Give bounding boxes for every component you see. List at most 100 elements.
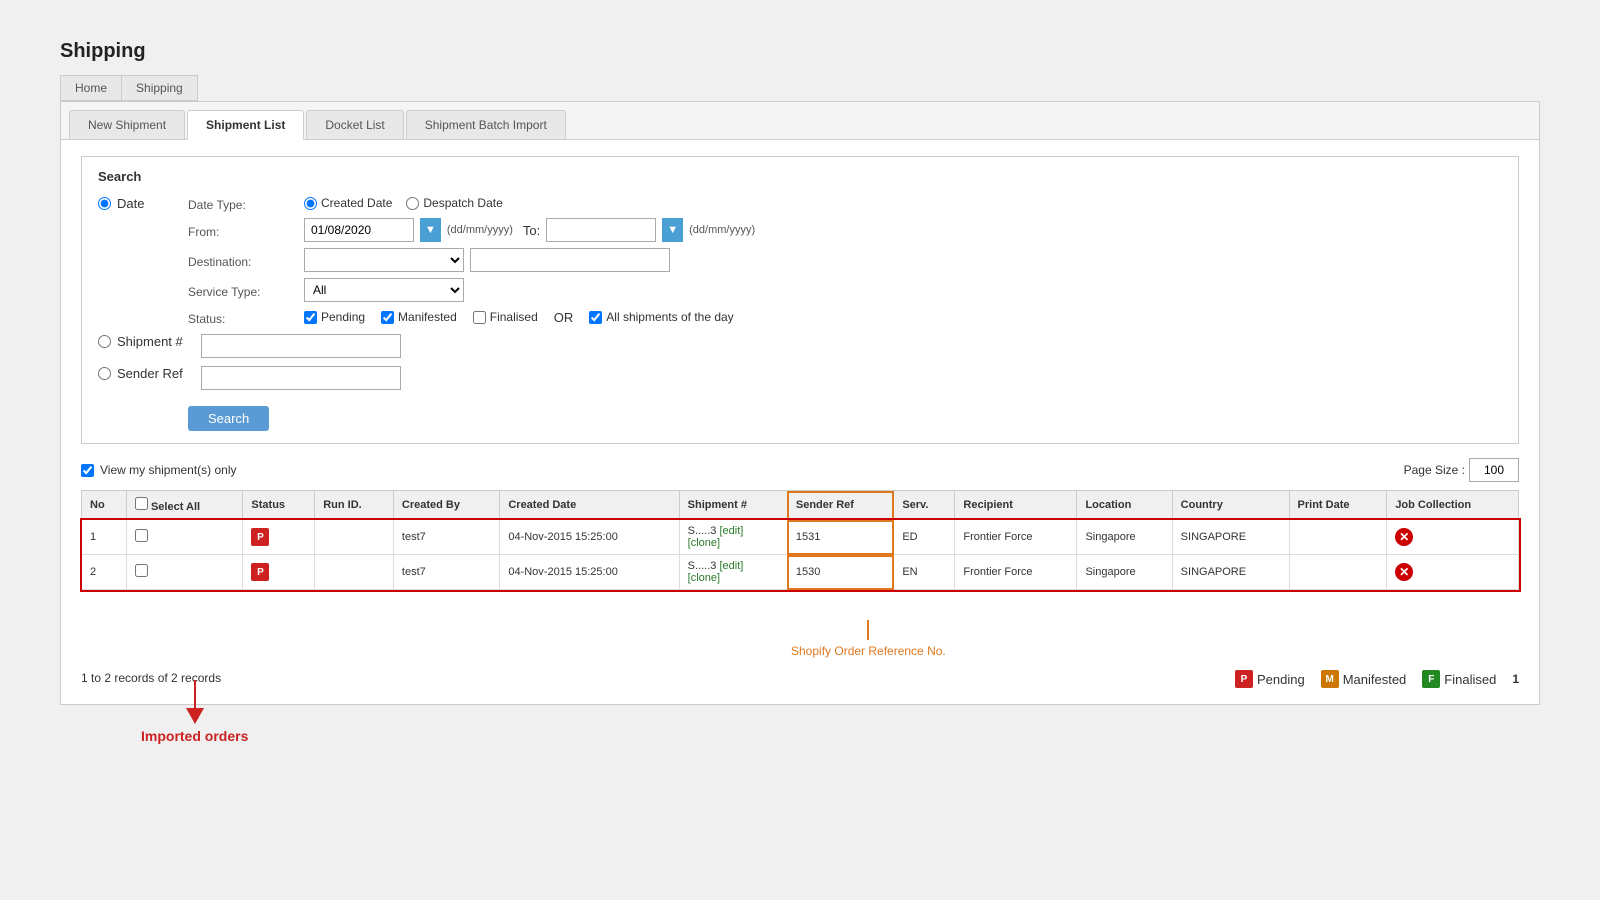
col-country: Country [1172,491,1289,520]
edit-link-2[interactable]: [edit] [719,560,743,572]
date-from-to-row: From: ▼ (dd/mm/yyyy) To: ▼ (dd/mm/yyyy) [188,218,755,242]
row-checkbox-1[interactable] [135,529,148,542]
shipment-hash-label: Shipment # [117,334,183,349]
main-panel: New Shipment Shipment List Docket List S… [60,101,1540,705]
shipment-hash-input[interactable] [201,334,401,358]
cell-sender-ref-1: 1531 [787,520,893,555]
status-manifested-checkbox[interactable]: Manifested [381,310,457,324]
status-badge-1: P [251,528,269,546]
col-recipient: Recipient [955,491,1077,520]
cell-no-2: 2 [82,555,127,590]
status-label: Status: [188,308,298,326]
to-label: To: [523,223,540,238]
search-box: Search Date Date Type: [81,156,1519,444]
cell-location-2: Singapore [1077,555,1172,590]
col-select-all[interactable]: Select All [126,491,243,520]
from-label: From: [188,221,298,239]
col-serv: Serv. [894,491,955,520]
or-text: OR [554,310,574,325]
view-my-shipments-checkbox[interactable]: View my shipment(s) only [81,463,237,477]
col-sender-ref: Sender Ref [787,491,893,520]
cell-country-1: SINGAPORE [1172,520,1289,555]
status-pending-checkbox[interactable]: Pending [304,310,365,324]
shopify-callout: Shopify Order Reference No. [791,620,946,658]
row-checkbox-2[interactable] [135,564,148,577]
select-all-checkbox[interactable] [135,497,148,510]
search-date-row: Date Date Type: Created Date [98,194,1502,326]
breadcrumb-home[interactable]: Home [60,75,121,101]
cell-checkbox-1[interactable] [126,520,243,555]
cell-recipient-2: Frontier Force [955,555,1077,590]
cell-created-date-2: 04-Nov-2015 15:25:00 [500,555,679,590]
radio-date[interactable] [98,197,111,210]
to-date-format-label: (dd/mm/yyyy) [689,224,755,236]
cell-created-date-1: 04-Nov-2015 15:25:00 [500,520,679,555]
destination-text-input[interactable] [470,248,670,272]
from-date-input[interactable] [304,218,414,242]
imported-orders-annotation: Imported orders [141,680,248,744]
cell-job-collection-1[interactable]: ✕ [1387,520,1519,555]
remove-btn-2[interactable]: ✕ [1395,563,1413,581]
tab-bar: New Shipment Shipment List Docket List S… [61,102,1539,140]
radio-shipment-hash[interactable] [98,335,111,348]
legend-finalised-badge: F [1422,670,1440,688]
remove-btn-1[interactable]: ✕ [1395,528,1413,546]
cell-no-1: 1 [82,520,127,555]
tab-shipment-list[interactable]: Shipment List [187,110,304,140]
cell-print-date-1 [1289,520,1387,555]
destination-label: Destination: [188,251,298,269]
col-created-by: Created By [393,491,499,520]
all-shipments-checkbox[interactable]: All shipments of the day [589,310,733,324]
legend-manifested: M Manifested [1321,670,1407,688]
from-date-format-label: (dd/mm/yyyy) [447,224,513,236]
shipment-hash-row: Shipment # [98,334,1502,358]
search-button[interactable]: Search [188,406,269,431]
to-date-input[interactable] [546,218,656,242]
cell-print-date-2 [1289,555,1387,590]
page-size-input[interactable] [1469,458,1519,482]
edit-link-1[interactable]: [edit] [719,525,743,537]
tab-docket-list[interactable]: Docket List [306,110,403,139]
service-type-row: Service Type: All Express Standard [188,278,755,302]
legend-area: P Pending M Manifested F Finalised 1 [1235,670,1519,688]
radio-sender-ref[interactable] [98,367,111,380]
sender-ref-row: Sender Ref [98,366,1502,390]
table-row: 1 P test7 04-Nov-2015 15:25:00 S.....3 [… [82,520,1519,555]
from-date-format-btn[interactable]: ▼ [420,218,441,242]
to-date-format-btn[interactable]: ▼ [662,218,683,242]
tab-new-shipment[interactable]: New Shipment [69,110,185,139]
status-badge-2: P [251,563,269,581]
breadcrumb-shipping[interactable]: Shipping [121,75,198,101]
shipments-table: No Select All Status Run ID. Created By … [81,490,1519,590]
cell-location-1: Singapore [1077,520,1172,555]
radio-created-date[interactable]: Created Date [304,196,392,210]
destination-select[interactable] [304,248,464,272]
page-size-control: Page Size : [1404,458,1519,482]
shopify-annotation: Shopify Order Reference No. [791,644,946,658]
cell-created-by-1: test7 [393,520,499,555]
col-location: Location [1077,491,1172,520]
cell-serv-2: EN [894,555,955,590]
clone-link-1[interactable]: [clone] [688,537,720,549]
radio-despatch-date[interactable]: Despatch Date [406,196,502,210]
date-type-row: Date Type: Created Date Despatch Date [188,194,755,212]
table-header-row: No Select All Status Run ID. Created By … [82,491,1519,520]
table-container: No Select All Status Run ID. Created By … [81,490,1519,590]
legend-finalised: F Finalised [1422,670,1496,688]
cell-sender-ref-2: 1530 [787,555,893,590]
clone-link-2[interactable]: [clone] [688,572,720,584]
col-created-date: Created Date [500,491,679,520]
col-job-collection: Job Collection [1387,491,1519,520]
cell-run-id-2 [315,555,394,590]
cell-job-collection-2[interactable]: ✕ [1387,555,1519,590]
sender-ref-input[interactable] [201,366,401,390]
page-title: Shipping [60,40,1540,63]
cell-checkbox-2[interactable] [126,555,243,590]
service-type-select[interactable]: All Express Standard [304,278,464,302]
status-finalised-checkbox[interactable]: Finalised [473,310,538,324]
cell-country-2: SINGAPORE [1172,555,1289,590]
view-row: View my shipment(s) only Page Size : [81,458,1519,482]
tab-shipment-batch-import[interactable]: Shipment Batch Import [406,110,566,139]
imported-orders-text: Imported orders [141,728,248,744]
pagination[interactable]: 1 [1512,672,1519,686]
